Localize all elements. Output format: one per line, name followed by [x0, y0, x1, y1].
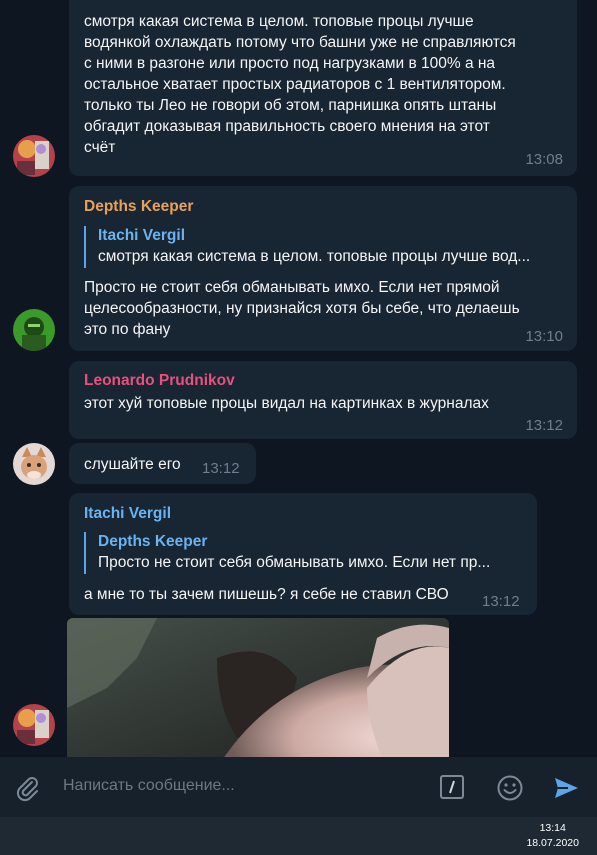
system-taskbar: 13:14 18.07.2020 [0, 817, 597, 855]
message-time: 13:10 [525, 328, 563, 345]
message-text-line: смотря какая система в целом. топовые пр… [84, 13, 474, 30]
message-input[interactable]: Написать сообщение... [63, 777, 235, 795]
message-text-line: обгадит доказывая правильность своего мн… [84, 118, 490, 135]
message-text-line: водянкой охлаждать потому что башни уже … [84, 34, 516, 51]
attach-icon[interactable] [13, 774, 41, 802]
avatar[interactable] [13, 309, 55, 351]
commands-icon[interactable] [440, 775, 464, 799]
reply-sender-name: Itachi Vergil [98, 227, 186, 244]
message-time: 13:08 [525, 151, 563, 168]
clock-date: 18.07.2020 [526, 837, 579, 849]
sender-name[interactable]: Leonardo Prudnikov [84, 372, 235, 390]
message-text-line: с ними в разгоне или просто под нагрузка… [84, 55, 496, 72]
message-bubble[interactable]: смотря какая система в целом. топовые пр… [69, 0, 577, 176]
message-text-line: счёт [84, 139, 116, 156]
message-composer: Написать сообщение... [0, 757, 597, 817]
photo-message[interactable] [67, 618, 449, 757]
reply-text: смотря какая система в целом. топовые пр… [98, 248, 531, 265]
reply-sender-name: Depths Keeper [98, 533, 208, 550]
message-bubble[interactable]: Depths Keeper Itachi Vergil смотря какая… [69, 186, 577, 351]
clock-time: 13:14 [539, 822, 566, 834]
message-text-line: целесообразности, ну признайся хотя бы с… [84, 300, 520, 317]
avatar[interactable] [13, 135, 55, 177]
sender-name[interactable]: Depths Keeper [84, 198, 193, 216]
reply-quote[interactable]: Depths Keeper Просто не стоит себя обман… [84, 532, 523, 574]
message-text: этот хуй топовые процы видал на картинка… [84, 395, 489, 412]
system-clock[interactable]: 13:14 18.07.2020 [526, 821, 579, 851]
avatar[interactable] [13, 704, 55, 746]
message-time: 13:12 [482, 593, 520, 610]
message-bubble[interactable]: Itachi Vergil Depths Keeper Просто не ст… [69, 493, 537, 615]
message-text-line: только ты Лео не говори об этом, парнишк… [84, 97, 497, 114]
message-time: 13:12 [202, 460, 240, 477]
avatar[interactable] [13, 443, 55, 485]
message-time: 13:12 [525, 417, 563, 434]
reply-text: Просто не стоит себя обманывать имхо. Ес… [98, 554, 491, 571]
message-bubble[interactable]: Leonardo Prudnikov этот хуй топовые проц… [69, 361, 577, 439]
reply-quote[interactable]: Itachi Vergil смотря какая система в цел… [84, 226, 563, 268]
send-icon[interactable] [552, 774, 580, 802]
message-text-line: остальное хватает простых радиаторов с 1… [84, 76, 506, 93]
message-text: а мне то ты зачем пишешь? я себе не став… [84, 586, 449, 603]
message-text-line: это по фану [84, 321, 171, 338]
emoji-icon[interactable] [496, 774, 524, 802]
message-bubble[interactable]: слушайте его 13:12 [69, 443, 256, 484]
message-text: слушайте его [84, 456, 181, 473]
chat-area[interactable]: смотря какая система в целом. топовые пр… [0, 0, 597, 757]
sender-name[interactable]: Itachi Vergil [84, 505, 171, 523]
message-text-line: Просто не стоит себя обманывать имхо. Ес… [84, 279, 500, 296]
